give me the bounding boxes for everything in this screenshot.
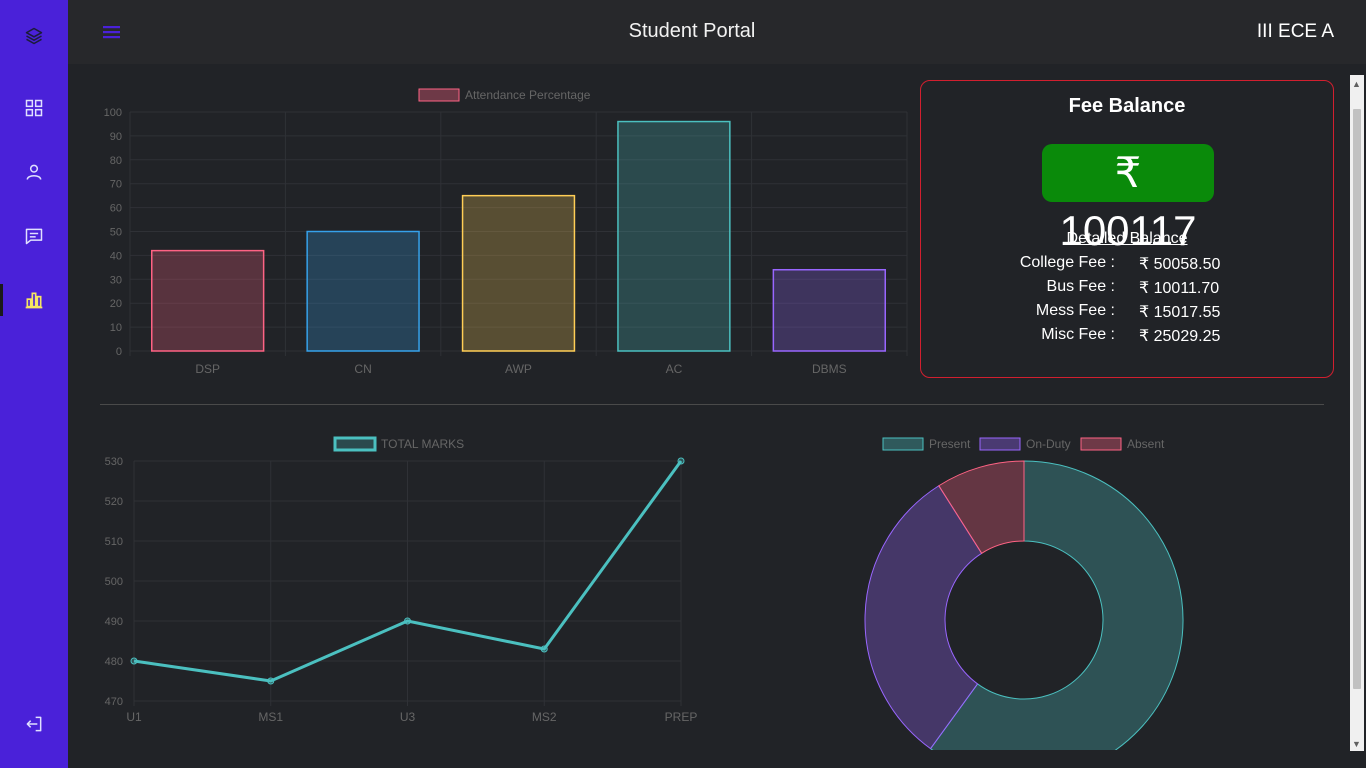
fee-row-label: Mess Fee : (1035, 302, 1115, 319)
attendance-bar-chart: Attendance Percentage 0 10 20 30 40 50 60 70 80 90… (104, 88, 908, 376)
y-tick-label: 510 (105, 536, 123, 548)
fee-row-value: ₹ 15017.55 (1139, 304, 1221, 321)
x-tick-label: AWP (505, 362, 532, 376)
y-tick-label: 40 (110, 250, 122, 262)
fee-row-misc: Misc Fee : ₹ 25029.25 (921, 326, 1333, 350)
data-point (677, 457, 685, 465)
bar (151, 249, 265, 352)
x-tick-label: CN (354, 362, 371, 376)
legend-swatch (1080, 437, 1122, 451)
x-tick-label: MS1 (258, 710, 283, 724)
section-divider (100, 404, 1324, 405)
y-tick-label: 520 (105, 496, 123, 508)
data-point (130, 657, 138, 665)
bar (306, 230, 420, 352)
y-tick-label: 100 (104, 107, 122, 119)
y-tick-label: 20 (110, 298, 122, 310)
y-tick-label: 70 (110, 179, 122, 191)
data-point (540, 645, 548, 653)
y-tick-label: 500 (105, 576, 123, 588)
x-tick-label: U3 (400, 710, 416, 724)
fee-row-bus: Bus Fee : ₹ 10011.70 (921, 278, 1333, 302)
x-tick-label: DSP (195, 362, 220, 376)
logout-icon[interactable] (22, 712, 46, 736)
x-tick-label: DBMS (812, 362, 847, 376)
fee-row-mess: Mess Fee : ₹ 15017.55 (921, 302, 1333, 326)
sidebar (0, 0, 68, 768)
top-bar: Student Portal III ECE A (68, 0, 1366, 64)
class-label: III ECE A (1256, 21, 1334, 42)
x-tick-label: MS2 (532, 710, 557, 724)
fee-total-badge: ₹ 100117 (1042, 144, 1214, 254)
detailed-balance-link[interactable]: Detailed Balance (921, 230, 1333, 248)
legend-label: On-Duty (1026, 437, 1071, 451)
fee-row-label: Misc Fee : (1041, 326, 1115, 343)
y-tick-label: 10 (110, 322, 122, 334)
legend-label: Present (929, 437, 971, 451)
fee-row-label: Bus Fee : (1046, 278, 1115, 295)
y-tick-label: 0 (116, 346, 122, 358)
y-tick-label: 80 (110, 155, 122, 167)
vertical-scrollbar[interactable]: ▲ ▼ (1350, 75, 1364, 751)
x-tick-label: PREP (665, 710, 698, 724)
dashboard-grid-icon[interactable] (22, 96, 46, 120)
user-icon[interactable] (22, 160, 46, 184)
legend-label: Absent (1127, 437, 1165, 451)
legend-label: TOTAL MARKS (381, 437, 464, 451)
bar-chart-icon[interactable] (22, 288, 46, 312)
bar (617, 120, 731, 352)
legend-swatch (979, 437, 1021, 451)
y-tick-label: 50 (110, 227, 122, 239)
active-indicator (0, 284, 3, 316)
scroll-down-arrow-icon[interactable]: ▼ (1352, 739, 1361, 749)
y-tick-label: 490 (105, 616, 123, 628)
y-tick-label: 530 (105, 456, 123, 468)
x-tick-label: U1 (126, 710, 142, 724)
y-tick-label: 90 (110, 131, 122, 143)
total-marks-line-chart: TOTAL MARKS 470 480 490 500 510 520 530 U1 MS1 U3 M… (105, 436, 698, 724)
fee-row-value: ₹ 25029.25 (1139, 328, 1221, 345)
legend-label: Attendance Percentage (465, 88, 591, 102)
legend-swatch (882, 437, 924, 451)
data-point (404, 617, 411, 625)
fee-balance-title: Fee Balance (1068, 95, 1186, 117)
y-tick-label: 60 (110, 203, 122, 215)
data-point (267, 677, 275, 685)
message-icon[interactable] (22, 224, 46, 248)
scrollbar-thumb[interactable] (1353, 109, 1361, 689)
bar (772, 268, 886, 352)
layers-icon[interactable] (22, 24, 46, 48)
scroll-up-arrow-icon[interactable]: ▲ (1352, 79, 1361, 89)
legend-swatch (333, 436, 377, 452)
y-tick-label: 470 (105, 696, 123, 708)
fee-row-college: College Fee : ₹ 50058.50 (921, 254, 1333, 278)
fee-balance-card: Fee Balance ₹ 100117 Detailed Balance Co… (920, 80, 1334, 378)
bar (461, 194, 576, 352)
legend-swatch (418, 88, 460, 102)
x-tick-label: AC (666, 362, 683, 376)
fee-row-value: ₹ 10011.70 (1139, 280, 1220, 297)
page-title: Student Portal (628, 20, 756, 42)
attendance-doughnut-chart: Present On-Duty Absent (864, 437, 1184, 750)
y-tick-label: 480 (105, 656, 123, 668)
fee-row-label: College Fee : (1019, 254, 1115, 271)
y-tick-label: 30 (110, 274, 122, 286)
fee-row-value: ₹ 50058.50 (1139, 256, 1221, 273)
